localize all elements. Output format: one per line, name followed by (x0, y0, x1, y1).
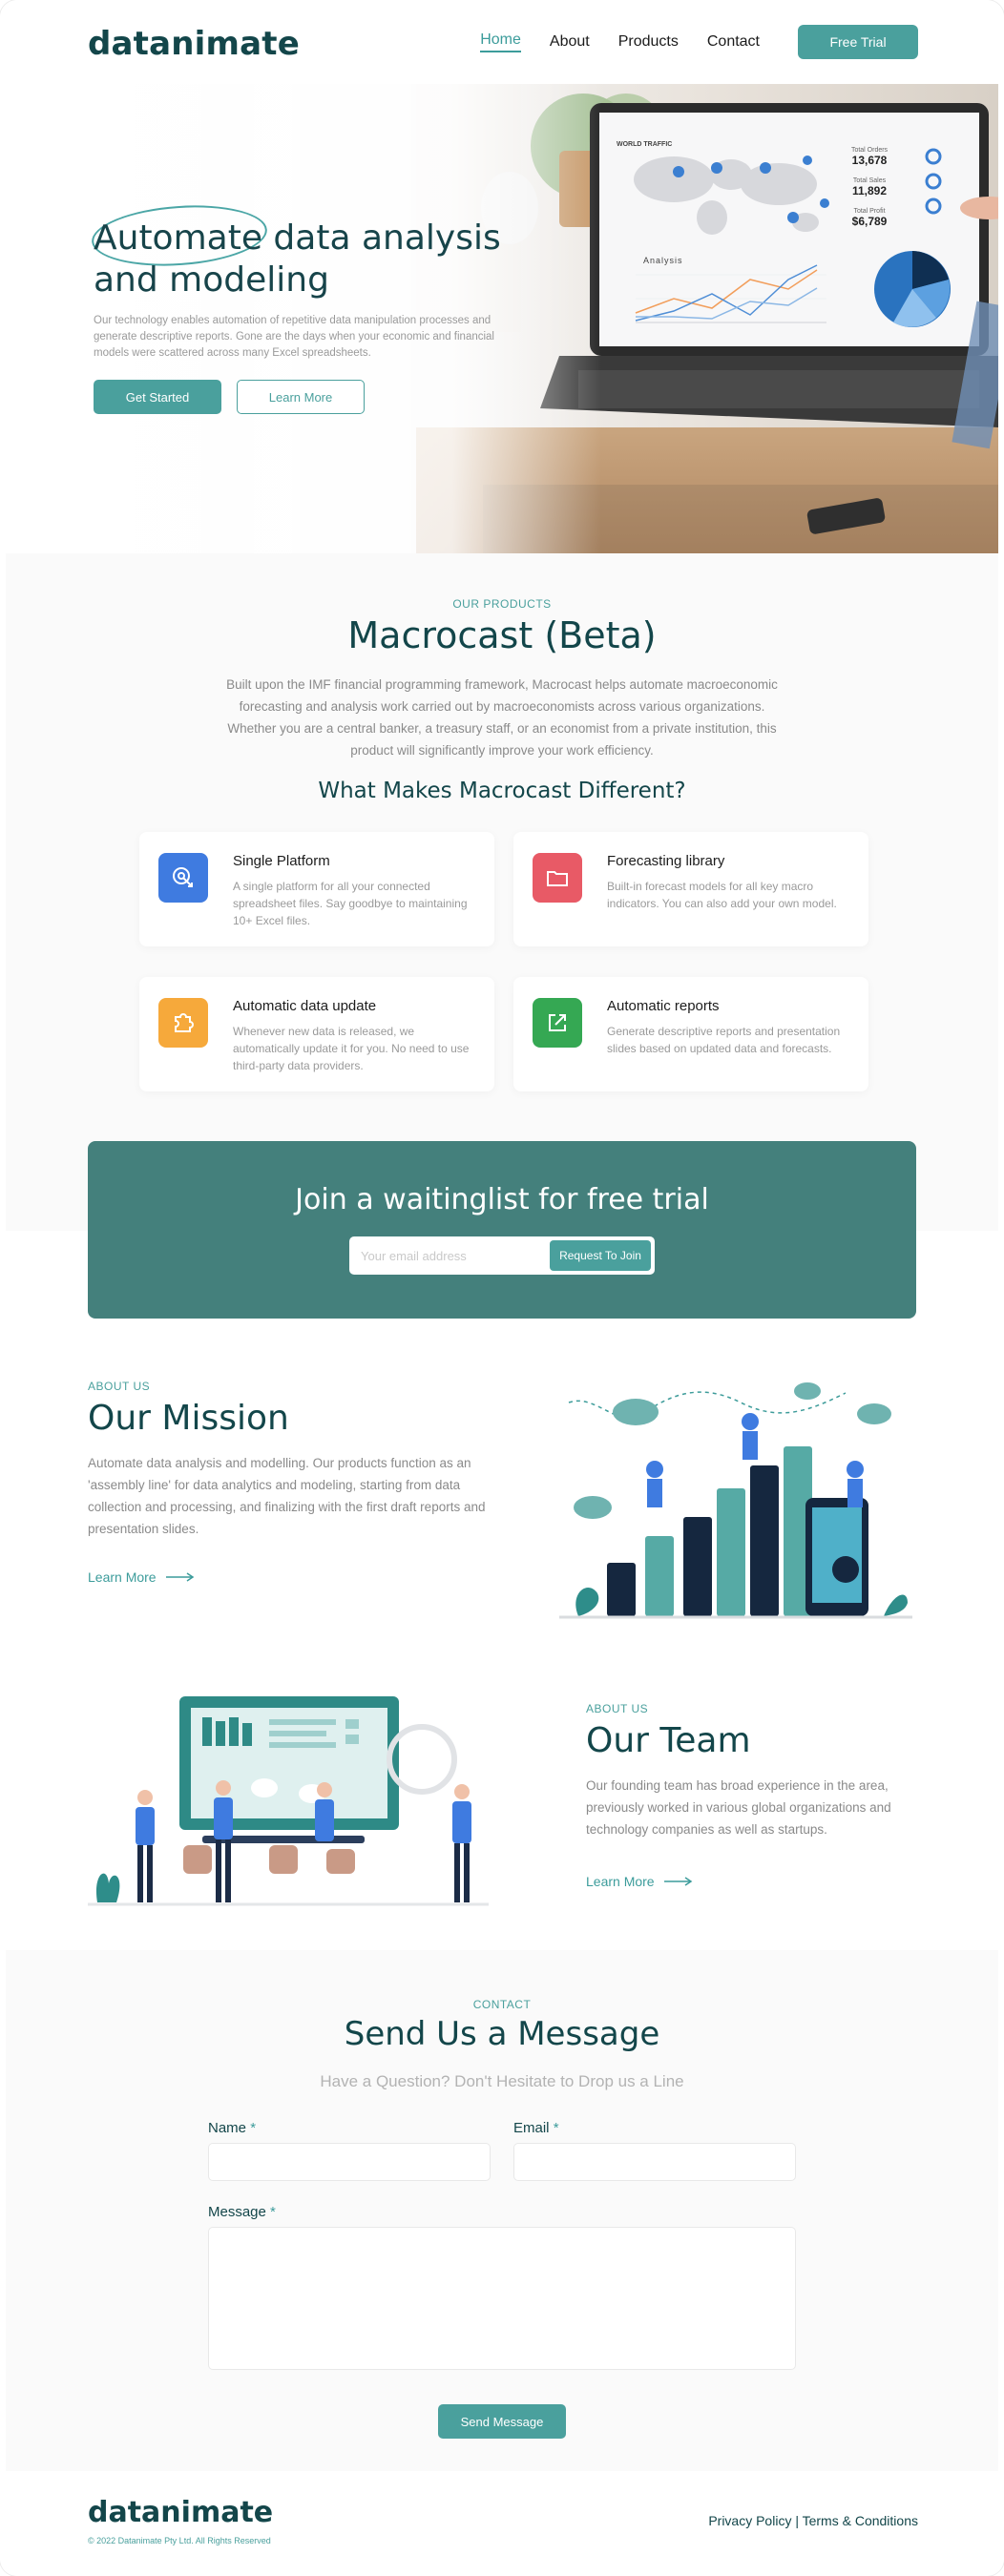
get-started-button[interactable]: Get Started (94, 380, 221, 414)
products-eyebrow: OUR PRODUCTS (452, 597, 552, 611)
laptop-map-label: WORLD TRAFFIC (617, 141, 673, 148)
logo[interactable]: datanimate (88, 25, 300, 63)
feature-card-forecasting-library: Forecasting library Built-in forecast mo… (513, 832, 868, 946)
team-title: Our Team (586, 1721, 751, 1760)
name-input[interactable] (208, 2143, 491, 2181)
nav-contact[interactable]: Contact (707, 33, 760, 51)
laptop-stat-orders: Total Orders 13,678 (850, 147, 889, 167)
waitlist-title: Join a waitinglist for free trial (295, 1183, 709, 1216)
feature-card-automatic-data-update: Automatic data update Whenever new data … (139, 977, 494, 1091)
footer-links[interactable]: Privacy Policy | Terms & Conditions (708, 2513, 918, 2528)
arrow-right-icon (663, 1877, 692, 1886)
feature-text: A single platform for all your connected… (233, 880, 468, 927)
email-label: Email * (513, 2120, 559, 2136)
hero-section: WORLD TRAFFIC Total Orders 13,678 Total … (6, 84, 998, 553)
learn-more-label: Learn More (586, 1874, 655, 1889)
feature-text: Generate descriptive reports and present… (607, 1025, 841, 1055)
contact-subtitle: Have a Question? Don't Hesitate to Drop … (320, 2072, 684, 2090)
nav-products[interactable]: Products (618, 33, 679, 51)
hero-description: Our technology enables automation of rep… (94, 315, 494, 359)
learn-more-label: Learn More (88, 1569, 157, 1585)
copyright-text: © 2022 Datanimate Pty Ltd. All Rights Re… (88, 2536, 271, 2545)
cursor-click-icon (158, 853, 208, 903)
team-text: Our founding team has broad experience i… (586, 1778, 891, 1837)
page: datanimate Home About Products Contact F… (0, 0, 1004, 2576)
folder-icon (533, 853, 582, 903)
feature-text: Built-in forecast models for all key mac… (607, 880, 837, 910)
feature-title: Forecasting library (607, 853, 725, 869)
arrow-right-icon (165, 1572, 194, 1582)
laptop-stat-profit: Total Profit $6,789 (851, 208, 888, 228)
products-title: Macrocast (Beta) (347, 614, 657, 656)
main-nav: Home About Products Contact Free Trial (480, 25, 918, 59)
mission-learn-more-link[interactable]: Learn More (88, 1569, 195, 1585)
export-icon (533, 998, 582, 1048)
hero-title: Automate data analysis and modeling (94, 218, 501, 300)
email-input[interactable] (513, 2143, 796, 2181)
name-label: Name * (208, 2120, 257, 2136)
learn-more-button[interactable]: Learn More (237, 380, 365, 414)
message-label: Message * (208, 2204, 276, 2220)
puzzle-icon (158, 998, 208, 1048)
feature-title: Single Platform (233, 853, 330, 869)
waitlist-email-input[interactable] (361, 1244, 542, 1267)
feature-title: Automatic data update (233, 998, 377, 1014)
mission-illustration (559, 1382, 912, 1619)
mission-title: Our Mission (88, 1399, 289, 1438)
team-eyebrow: ABOUT US (586, 1702, 649, 1715)
feature-title: Automatic reports (607, 998, 720, 1014)
features-subtitle: What Makes Macrocast Different? (318, 779, 686, 803)
site-footer: datanimate © 2022 Datanimate Pty Ltd. Al… (0, 2471, 1004, 2576)
nav-home[interactable]: Home (480, 31, 521, 52)
contact-title: Send Us a Message (344, 2015, 660, 2053)
nav-about[interactable]: About (550, 33, 590, 51)
contact-eyebrow: CONTACT (472, 1998, 532, 2011)
laptop-stat-sales: Total Sales 11,892 (851, 177, 888, 197)
feature-card-single-platform: Single Platform A single platform for al… (139, 832, 494, 946)
site-header: datanimate Home About Products Contact F… (0, 0, 1004, 84)
request-to-join-button[interactable]: Request To Join (550, 1240, 651, 1271)
products-description: Built upon the IMF financial programming… (226, 677, 778, 758)
mission-text: Automate data analysis and modelling. Ou… (88, 1456, 486, 1536)
feature-card-automatic-reports: Automatic reports Generate descriptive r… (513, 977, 868, 1091)
free-trial-button[interactable]: Free Trial (798, 25, 918, 59)
message-textarea[interactable] (208, 2227, 796, 2370)
waitlist-form: Request To Join (349, 1236, 655, 1275)
send-message-button[interactable]: Send Message (438, 2404, 566, 2439)
feature-text: Whenever new data is released, we automa… (233, 1025, 470, 1072)
team-illustration (88, 1696, 489, 1906)
team-learn-more-link[interactable]: Learn More (586, 1874, 693, 1889)
footer-logo[interactable]: datanimate (88, 2496, 273, 2529)
mission-eyebrow: ABOUT US (88, 1380, 151, 1393)
waitlist-banner: Join a waitinglist for free trial Reques… (88, 1141, 916, 1319)
laptop-chart-label: Analysis (643, 256, 683, 265)
